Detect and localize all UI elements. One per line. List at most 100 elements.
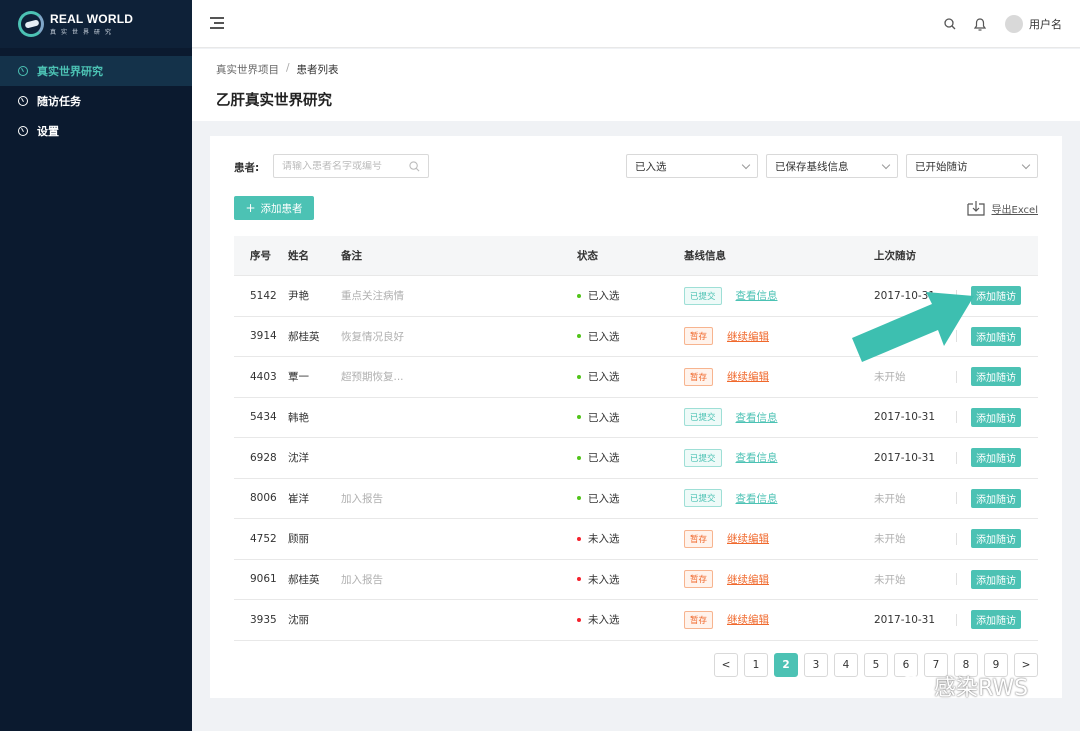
patient-search-input[interactable] [282, 160, 409, 172]
status-dot-icon [577, 455, 581, 460]
sidebar-item-settings[interactable]: 设置 [0, 116, 192, 146]
cell-last-visit: 2017-10-31 [874, 613, 936, 626]
baseline-tag: 暂存 [684, 327, 714, 346]
breadcrumb: 真实世界项目 / 患者列表 [216, 62, 1080, 77]
breadcrumb-current: 患者列表 [296, 64, 339, 76]
baseline-tag: 已提交 [684, 489, 722, 508]
table-row: 4752 顾丽 未入选 暂存 继续编辑 未开始 添加随访 [234, 519, 1038, 560]
cell-note: 重点关注病情 [341, 290, 404, 303]
cell-baseline: 暂存 继续编辑 [684, 327, 874, 346]
page-button-2[interactable]: 2 [774, 653, 798, 677]
sidebar-item-followup-tasks[interactable]: 随访任务 [0, 86, 192, 116]
dashboard-icon [18, 96, 28, 106]
search-icon[interactable] [409, 160, 420, 172]
page-button-5[interactable]: 5 [864, 653, 888, 677]
table-row: 6928 沈洋 已入选 已提交 查看信息 2017-10-31 添加随访 [234, 438, 1038, 479]
baseline-tag: 暂存 [684, 570, 714, 589]
cell-note: 加入报告 [341, 573, 383, 586]
add-visit-button[interactable]: 添加随访 [971, 407, 1021, 427]
col-header-name: 姓名 [288, 250, 309, 262]
patient-search[interactable] [273, 154, 429, 178]
status-text: 已入选 [588, 492, 620, 505]
plus-icon: + [245, 201, 256, 215]
enroll-status-select[interactable]: 已入选 [626, 154, 758, 178]
continue-edit-link[interactable]: 继续编辑 [727, 369, 769, 384]
cell-id: 5434 [250, 411, 277, 424]
cell-action: 添加随访 [956, 529, 1038, 549]
page-button-1[interactable]: 1 [744, 653, 768, 677]
add-visit-button[interactable]: 添加随访 [971, 610, 1021, 630]
status-text: 已入选 [588, 371, 620, 384]
enroll-status-value: 已入选 [635, 160, 667, 173]
cell-last-visit: 未开始 [874, 492, 906, 505]
add-visit-button[interactable]: 添加随访 [971, 529, 1021, 549]
logo[interactable]: REAL WORLD 真实世界研究 [0, 0, 192, 48]
status-dot-icon [577, 496, 581, 501]
add-patient-label: 添加患者 [260, 202, 303, 215]
baseline-tag: 已提交 [684, 448, 722, 467]
baseline-tag: 暂存 [684, 529, 714, 548]
sidebar-item-real-world-research[interactable]: 真实世界研究 [0, 56, 192, 86]
bell-icon[interactable] [969, 13, 991, 35]
view-info-link[interactable]: 查看信息 [736, 450, 778, 465]
page-button-4[interactable]: 4 [834, 653, 858, 677]
divider [956, 411, 957, 424]
prev-page-button[interactable]: < [714, 653, 738, 677]
cell-baseline: 暂存 继续编辑 [684, 570, 874, 589]
add-visit-button[interactable]: 添加随访 [971, 326, 1021, 346]
add-visit-button[interactable]: 添加随访 [971, 286, 1021, 306]
baseline-tag: 暂存 [684, 367, 714, 386]
table-row: 9061 郝桂英 加入报告 未入选 暂存 继续编辑 未开始 添加随访 [234, 560, 1038, 600]
status-dot-icon [577, 577, 581, 582]
followup-status-select[interactable]: 已开始随访 [906, 154, 1038, 178]
divider [956, 613, 957, 626]
cell-baseline: 暂存 继续编辑 [684, 367, 874, 386]
watermark-text: 感染RWS [934, 676, 1029, 701]
add-visit-button[interactable]: 添加随访 [971, 488, 1021, 508]
cell-name: 沈洋 [288, 452, 309, 465]
cell-status: 未入选 [577, 531, 684, 546]
cell-status: 未入选 [577, 572, 684, 587]
page-button-3[interactable]: 3 [804, 653, 828, 677]
sidebar: REAL WORLD 真实世界研究 真实世界研究 随访任务 设置 [0, 0, 192, 731]
continue-edit-link[interactable]: 继续编辑 [727, 572, 769, 587]
breadcrumb-parent[interactable]: 真实世界项目 [216, 62, 279, 77]
patient-list-card: 患者: 已入选 已保存基线信息 已开始随访 + 添加患者 导出Excel 序号 … [210, 136, 1062, 698]
cell-status: 已入选 [577, 369, 684, 384]
view-info-link[interactable]: 查看信息 [736, 491, 778, 506]
add-visit-button[interactable]: 添加随访 [971, 367, 1021, 387]
username[interactable]: 用户名 [1029, 16, 1062, 32]
col-header-status: 状态 [577, 250, 598, 262]
search-icon[interactable] [939, 13, 961, 35]
cell-action: 添加随访 [956, 367, 1038, 387]
cell-baseline: 暂存 继续编辑 [684, 529, 874, 548]
baseline-status-value: 已保存基线信息 [775, 160, 849, 173]
dashboard-icon [18, 126, 28, 136]
status-text: 未入选 [588, 614, 620, 627]
cell-note: 超预期恢复... [341, 371, 404, 384]
view-info-link[interactable]: 查看信息 [736, 288, 778, 303]
cell-baseline: 已提交 查看信息 [684, 286, 874, 305]
menu-collapse-icon[interactable] [210, 17, 224, 30]
baseline-status-select[interactable]: 已保存基线信息 [766, 154, 898, 178]
export-excel-button[interactable]: 导出Excel [966, 200, 1038, 216]
sidebar-item-label: 设置 [37, 125, 59, 138]
status-text: 已入选 [588, 330, 620, 343]
cell-status: 未入选 [577, 612, 684, 627]
cell-status: 已入选 [577, 329, 684, 344]
continue-edit-link[interactable]: 继续编辑 [727, 531, 769, 546]
add-visit-button[interactable]: 添加随访 [971, 569, 1021, 589]
wechat-icon [900, 675, 927, 697]
avatar[interactable] [1005, 15, 1023, 33]
status-text: 已入选 [588, 452, 620, 465]
status-dot-icon [577, 617, 581, 622]
add-patient-button[interactable]: + 添加患者 [234, 196, 314, 220]
sidebar-item-label: 真实世界研究 [37, 65, 103, 78]
view-info-link[interactable]: 查看信息 [736, 410, 778, 425]
cell-name: 崔洋 [288, 492, 309, 505]
continue-edit-link[interactable]: 继续编辑 [727, 329, 769, 344]
page-title: 乙肝真实世界研究 [216, 93, 332, 109]
cell-name: 郝桂英 [288, 330, 320, 343]
add-visit-button[interactable]: 添加随访 [971, 448, 1021, 468]
continue-edit-link[interactable]: 继续编辑 [727, 612, 769, 627]
